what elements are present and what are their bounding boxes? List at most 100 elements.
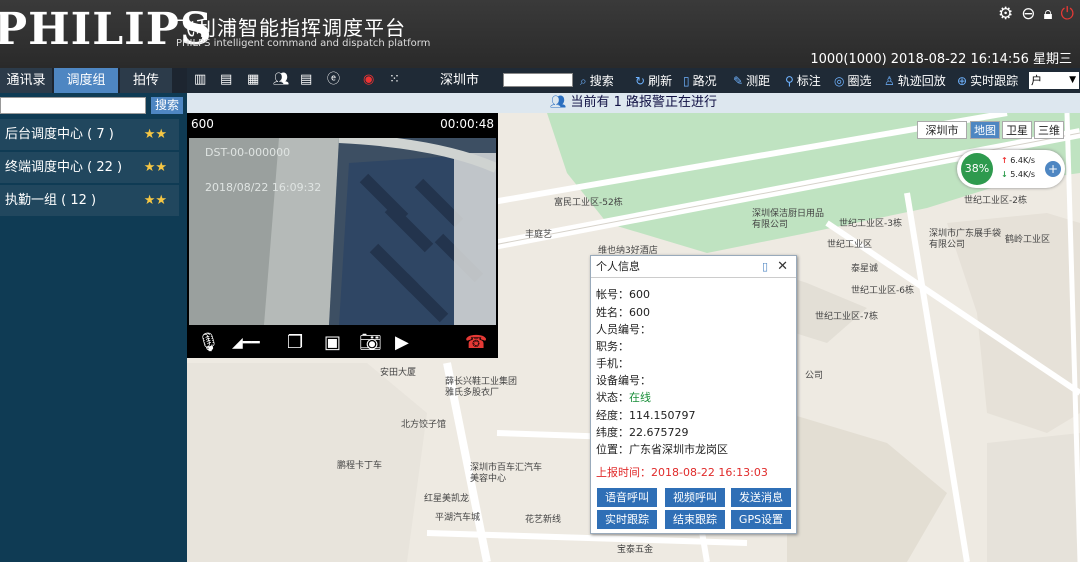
map-city-button[interactable]: 深圳市 — [917, 121, 967, 139]
info-row: 纬度：22.675729 — [596, 424, 689, 440]
info-row: 经度：114.150797 — [596, 407, 695, 423]
voice-call-button[interactable]: 语音呼叫 — [597, 488, 657, 507]
popup-header: 个人信息 ▯ ✕ — [591, 256, 796, 278]
poi-label: 安田大厦 — [380, 368, 417, 378]
measure-button[interactable]: ✎ 测距 — [733, 73, 770, 89]
gear-icon[interactable]: ⚙ — [998, 4, 1013, 24]
tab-dispatch-group[interactable]: 调度组 — [54, 68, 118, 93]
alarm-icon[interactable]: ◉ — [363, 72, 374, 88]
app-subtitle: PHILPS intelligent command and dispatch … — [176, 38, 431, 49]
user-status: 1000(1000) 2018-08-22 16:14:56 星期三 — [810, 52, 1072, 67]
left-tabs: 通讯录 调度组 拍传 — [0, 68, 187, 93]
track-replay-button[interactable]: ♙ 轨迹回放 — [884, 73, 946, 89]
grid-icon[interactable]: ⁙ — [389, 72, 400, 88]
poi-label: 世纪工业区-3栋 — [839, 219, 902, 229]
download-speed-value: 5.4K/s — [1010, 170, 1036, 179]
switch-window-icon[interactable]: ❐ — [287, 332, 303, 353]
info-row: 人员编号： — [596, 321, 651, 337]
map-type-map-button[interactable]: 地图 — [970, 121, 1000, 139]
video-camera-icon[interactable]: ▶︎ — [395, 332, 409, 353]
alarm-text: 当前有 1 路报警正在进行 — [570, 95, 718, 110]
search-label: 搜索 — [589, 74, 614, 88]
traffic-light-icon: ▯ — [683, 74, 690, 88]
star-icon: ★★ — [143, 127, 167, 142]
mark-label: 标注 — [796, 74, 821, 88]
upload-speed: ↑ 6.4K/s — [1001, 156, 1035, 165]
video-call-button[interactable]: 视频呼叫 — [665, 488, 725, 507]
bus-icon[interactable]: ▤ — [220, 72, 232, 88]
search-button[interactable]: ⌕ 搜索 — [580, 73, 614, 89]
group-item[interactable]: 后台调度中心 ( 7 ) ★★ — [0, 119, 179, 150]
people-icon[interactable]: 👥︎ — [273, 72, 290, 88]
circle-select-button[interactable]: ◎ 圈选 — [834, 73, 872, 89]
info-row: 位置：广东省深圳市龙岗区 — [596, 441, 728, 457]
traffic-button[interactable]: ▯ 路况 — [683, 73, 717, 89]
hang-up-icon[interactable]: ☎ — [465, 332, 487, 353]
info-row: 职务： — [596, 338, 629, 354]
microphone-icon[interactable]: 🎙︎ — [197, 332, 220, 353]
refresh-button[interactable]: ↻ 刷新 — [635, 73, 672, 89]
plus-icon[interactable]: + — [1045, 161, 1061, 177]
power-icon[interactable]: ⏻ — [1061, 4, 1074, 24]
upload-speed-value: 6.4K/s — [1010, 156, 1036, 165]
info-row: 手机： — [596, 355, 629, 371]
group-item[interactable]: 终端调度中心 ( 22 ) ★★ — [0, 152, 179, 183]
info-label: 状态： — [596, 391, 629, 404]
screen-share-icon[interactable]: ▣ — [324, 332, 341, 353]
alarm-banner[interactable]: 👥︎ 当前有 1 路报警正在进行 — [187, 93, 1080, 113]
send-message-button[interactable]: 发送消息 — [731, 488, 791, 507]
poi-label: 鹤岭工业区 — [1005, 235, 1051, 245]
city-search-input[interactable] — [503, 73, 573, 87]
poi-label: 深圳保洁厨日用品有限公司 — [752, 209, 825, 230]
video-call-timer: 00:00:48 — [440, 117, 494, 131]
info-label: 设备编号： — [596, 374, 651, 387]
group-search-button[interactable]: 搜索 — [151, 96, 184, 114]
gps-settings-button[interactable]: GPS设置 — [731, 510, 791, 529]
phone-icon[interactable]: ▯ — [762, 256, 768, 278]
poi-label: 世纪工业区-6栋 — [851, 286, 914, 296]
star-icon: ★★ — [143, 193, 167, 208]
building-icon[interactable]: ▦ — [247, 72, 259, 88]
map-type-3d-button[interactable]: 三维 — [1034, 121, 1064, 139]
info-value: 广东省深圳市龙岗区 — [629, 443, 728, 456]
poi-label: 公司 — [805, 371, 824, 381]
minimize-icon[interactable]: ⊖ — [1021, 4, 1035, 24]
info-value: 114.150797 — [629, 409, 696, 422]
video-call-panel: 600 00:00:48 DST-00-000000 2018/08/22 16… — [187, 113, 498, 358]
refresh-label: 刷新 — [648, 74, 673, 88]
poi-label: 富民工业区-52栋 — [554, 198, 623, 208]
map-type-satellite-button[interactable]: 卫星 — [1002, 121, 1032, 139]
book-icon[interactable]: ▥ — [194, 72, 206, 88]
realtime-track-button[interactable]: ⊕ 实时跟踪 — [957, 73, 1018, 89]
tab-photo-upload[interactable]: 拍传 — [120, 68, 172, 93]
network-percent: 38% — [961, 153, 993, 185]
group-label: 终端调度中心 ( 22 ) — [5, 160, 123, 175]
info-label: 纬度： — [596, 426, 629, 439]
poi-label: 深圳市广东展手袋有限公司 — [929, 229, 1002, 250]
video-timestamp: 2018/08/22 16:09:32 — [205, 181, 322, 194]
user-dropdown[interactable]: 户 ▼ — [1029, 72, 1079, 89]
mark-button[interactable]: ⚲ 标注 — [785, 73, 821, 89]
person-pin-icon: ♙ — [884, 74, 895, 88]
video-stream[interactable]: DST-00-000000 2018/08/22 16:09:32 — [189, 138, 496, 325]
report-time-row: 上报时间：2018-08-22 16:13:03 — [596, 464, 768, 480]
refresh-icon: ↻ — [635, 74, 646, 88]
camera-icon[interactable]: 📷︎ — [359, 332, 382, 353]
group-search-input[interactable] — [0, 96, 146, 114]
close-icon[interactable]: ✕ — [777, 256, 788, 278]
realtime-track-button[interactable]: 实时跟踪 — [597, 510, 657, 529]
pin-icon: ⚲ — [785, 74, 794, 88]
lock-icon[interactable]: 🔒︎ — [1044, 4, 1053, 24]
group-search-row: 搜索 — [0, 93, 187, 117]
info-value: 600 — [629, 306, 650, 319]
browser-icon[interactable]: ⓔ — [327, 72, 340, 88]
group-item[interactable]: 执勤一组 ( 12 ) ★★ — [0, 185, 179, 216]
info-row: 设备编号： — [596, 372, 651, 388]
group-label: 后台调度中心 ( 7 ) — [5, 127, 114, 142]
chevron-down-icon: ▼ — [1069, 75, 1076, 85]
document-icon[interactable]: ▤ — [300, 72, 312, 88]
end-track-button[interactable]: 结束跟踪 — [665, 510, 725, 529]
tab-contacts[interactable]: 通讯录 — [0, 68, 52, 93]
volume-slider-icon[interactable]: ◢━━ — [232, 335, 260, 351]
report-time-label: 上报时间： — [596, 466, 651, 479]
